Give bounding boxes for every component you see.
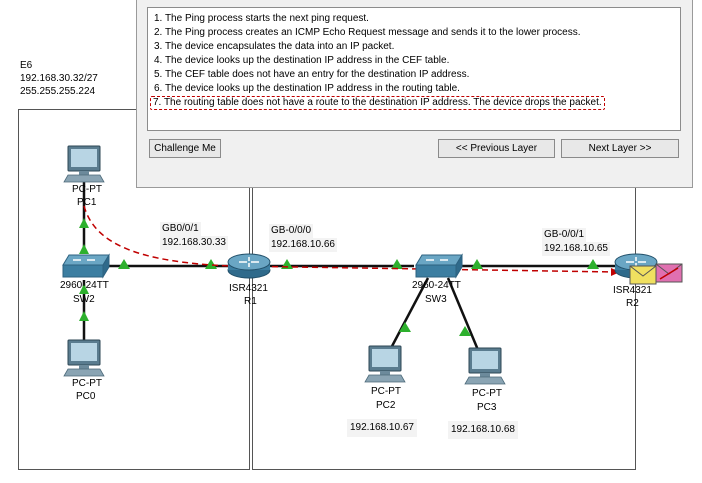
pc1-name-label: PC1 [77, 197, 97, 208]
r1-model-label: ISR4321 [229, 283, 268, 294]
pc0-name-label: PC0 [76, 391, 96, 402]
link-indicators [79, 218, 599, 336]
link-light [79, 311, 89, 321]
link-light [587, 259, 599, 269]
link-light [391, 259, 403, 269]
r1-name-label: R1 [244, 296, 257, 307]
pdu-information-panel: 1. The Ping process starts the next ping… [136, 0, 693, 188]
pc3-name-label: PC3 [477, 402, 497, 413]
pc1-type-label: PC-PT [72, 184, 102, 195]
pdu-dropped-envelope-icon[interactable] [655, 263, 683, 283]
step-item: 3. The device encapsulates the data into… [154, 41, 395, 52]
pc1-icon[interactable] [63, 145, 105, 183]
challenge-me-button[interactable]: Challenge Me [149, 139, 221, 158]
link-light [471, 259, 483, 269]
link-light [79, 244, 89, 254]
previous-layer-button[interactable]: << Previous Layer [438, 139, 555, 158]
pc3-type-label: PC-PT [472, 388, 502, 399]
r1-gb000-ip: 192.168.10.66 [269, 238, 337, 252]
sw3-name-label: SW3 [425, 294, 447, 305]
step-item: 2. The Ping process creates an ICMP Echo… [154, 27, 581, 38]
r1-gb001-ip: 192.168.30.33 [160, 236, 228, 250]
links [82, 180, 616, 351]
pc3-ip-label: 192.168.10.68 [448, 421, 518, 439]
sw3-model-label: 2960-24TT [412, 280, 461, 291]
r2-name-label: R2 [626, 298, 639, 309]
step-item: 4. The device looks up the destination I… [154, 55, 450, 66]
sw3-switch-icon[interactable] [415, 253, 463, 279]
pc0-type-label: PC-PT [72, 378, 102, 389]
sw2-name-label: SW2 [73, 294, 95, 305]
r1-gb001-label: GB0/0/1 [160, 222, 201, 236]
link-light [79, 218, 89, 228]
step-item: 6. The device looks up the destination I… [154, 83, 460, 94]
step-item-highlighted: 7. The routing table does not have a rou… [150, 96, 605, 110]
step-item: 1. The Ping process starts the next ping… [154, 13, 369, 24]
pc2-type-label: PC-PT [371, 386, 401, 397]
pc3-icon[interactable] [464, 347, 506, 385]
r2-model-label: ISR4321 [613, 285, 652, 296]
r1-gb000-label: GB-0/0/0 [269, 224, 314, 238]
pc2-name-label: PC2 [376, 400, 396, 411]
r1-router-icon[interactable] [227, 253, 271, 279]
sw2-model-label: 2960-24TT [60, 280, 109, 291]
r2-gb001-label: GB-0/0/1 [542, 228, 587, 242]
next-layer-button[interactable]: Next Layer >> [561, 139, 679, 158]
pc0-icon[interactable] [63, 339, 105, 377]
r2-gb001-ip: 192.168.10.65 [542, 242, 610, 256]
link-light [118, 259, 130, 269]
step-item: 5. The CEF table does not have an entry … [154, 69, 470, 80]
osi-steps-list: 1. The Ping process starts the next ping… [147, 7, 681, 131]
sw2-switch-icon[interactable] [62, 253, 110, 279]
pc2-icon[interactable] [364, 345, 406, 383]
pdu-envelope-icon[interactable] [629, 265, 657, 285]
pc2-ip-label: 192.168.10.67 [347, 419, 417, 437]
